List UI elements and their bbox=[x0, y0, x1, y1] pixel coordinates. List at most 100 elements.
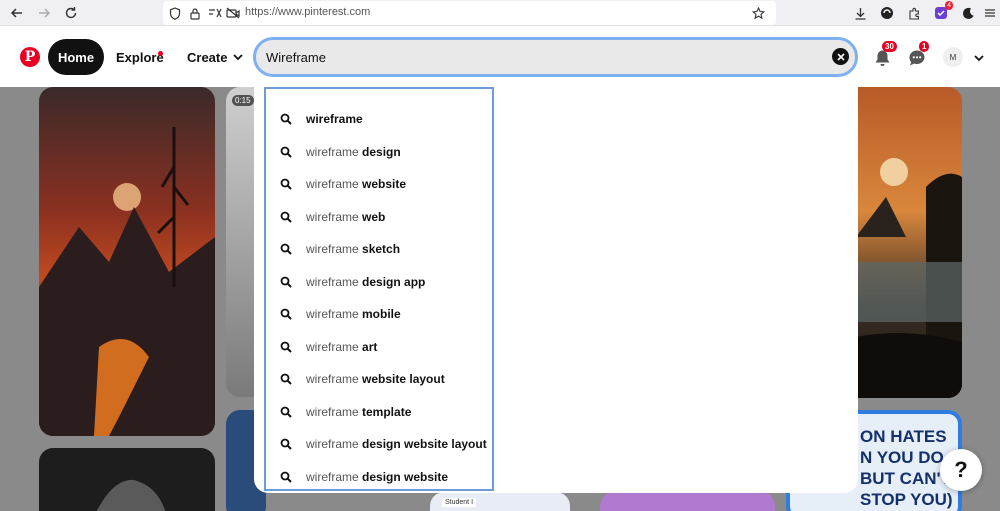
pin-quote-line-4: STOP YOU) bbox=[860, 490, 953, 509]
pinterest-header: P Home Explore Create 30 1 M bbox=[0, 27, 1000, 87]
suggestion-item[interactable]: wireframe bbox=[266, 103, 492, 135]
browser-menu-icon[interactable] bbox=[981, 4, 999, 22]
lock-icon[interactable] bbox=[187, 5, 203, 21]
forward-button[interactable] bbox=[34, 3, 54, 23]
dark-mode-moon-icon[interactable] bbox=[959, 4, 977, 22]
search-input[interactable] bbox=[266, 40, 826, 74]
extensions-puzzle-icon[interactable] bbox=[905, 4, 923, 22]
suggestion-prefix: wireframe bbox=[306, 372, 363, 386]
extension-purple-icon[interactable]: 4 bbox=[932, 1, 953, 22]
help-button[interactable]: ? bbox=[940, 449, 982, 491]
pin-purple-illustration[interactable] bbox=[600, 492, 775, 511]
suggestion-item[interactable]: wireframe art bbox=[266, 331, 492, 363]
browser-toolbar: https://www.pinterest.com 4 bbox=[0, 0, 1000, 26]
suggestion-prefix: wireframe bbox=[306, 242, 363, 256]
suggestion-suffix: template bbox=[362, 404, 412, 419]
search-icon bbox=[280, 308, 292, 320]
back-arrow-icon bbox=[10, 8, 22, 18]
suggestion-text: wireframe sketch bbox=[306, 242, 400, 256]
create-label: Create bbox=[187, 49, 228, 65]
suggestion-suffix: art bbox=[362, 339, 378, 354]
suggestion-item[interactable]: wireframe mobile bbox=[266, 298, 492, 330]
suggestion-item[interactable]: wireframe website layout bbox=[266, 363, 492, 395]
pin-image bbox=[39, 127, 215, 436]
explore-link[interactable]: Explore bbox=[116, 39, 164, 75]
suggestion-text: wireframe website layout bbox=[306, 372, 445, 386]
suggestion-text: wireframe web bbox=[306, 210, 385, 224]
search-icon bbox=[280, 211, 292, 223]
pin-quote-line-1: ON HATES bbox=[860, 427, 947, 446]
create-menu[interactable]: Create bbox=[187, 39, 244, 75]
suggestion-item[interactable]: wireframe design app bbox=[266, 266, 492, 298]
suggestion-prefix: wireframe bbox=[306, 339, 363, 354]
search-box[interactable] bbox=[253, 37, 858, 77]
suggestion-item[interactable]: wireframe design website bbox=[266, 461, 492, 493]
download-icon[interactable] bbox=[851, 4, 869, 22]
search-icon bbox=[280, 243, 292, 255]
suggestion-list: wireframe wireframe design wireframe websi… bbox=[264, 87, 494, 491]
suggestion-text: wireframe design bbox=[306, 145, 401, 159]
suggestion-item[interactable]: wireframe sketch bbox=[266, 233, 492, 265]
explore-notification-dot bbox=[158, 51, 163, 56]
suggestion-item[interactable]: wireframe website bbox=[266, 168, 492, 200]
pinterest-logo[interactable]: P bbox=[20, 47, 40, 67]
pin-quote-line-2: N YOU DO bbox=[860, 448, 944, 467]
address-bar[interactable]: https://www.pinterest.com bbox=[163, 1, 776, 25]
suggestion-prefix: wireframe bbox=[306, 209, 363, 224]
pin-landscape-sunset[interactable] bbox=[39, 87, 215, 436]
suggestion-suffix: web bbox=[362, 209, 386, 224]
search-icon bbox=[280, 276, 292, 288]
permissions-icon[interactable] bbox=[207, 5, 223, 21]
home-button[interactable]: Home bbox=[48, 39, 104, 75]
notifications-button[interactable]: 30 bbox=[871, 41, 897, 69]
suggestion-text: wireframe design website bbox=[306, 470, 448, 484]
clear-search-button[interactable] bbox=[832, 48, 849, 65]
suggestion-suffix: design website layout bbox=[362, 437, 487, 451]
extension-swirl-icon[interactable] bbox=[878, 4, 896, 22]
suggestion-suffix: website bbox=[362, 177, 407, 191]
search-icon bbox=[280, 471, 292, 483]
shield-icon[interactable] bbox=[167, 5, 183, 21]
suggestion-item[interactable]: wireframe template bbox=[266, 396, 492, 428]
pin-quote-line-3: BUT CAN'T bbox=[860, 469, 951, 488]
notifications-count-badge: 30 bbox=[882, 41, 897, 52]
pin-image bbox=[96, 479, 166, 511]
reload-button[interactable] bbox=[61, 3, 81, 23]
suggestion-prefix: wireframe bbox=[306, 469, 363, 484]
suggestion-suffix: design bbox=[362, 144, 401, 159]
reload-icon bbox=[65, 7, 77, 19]
suggestion-suffix: mobile bbox=[362, 307, 401, 321]
close-icon bbox=[836, 52, 845, 61]
suggestion-prefix: wireframe bbox=[306, 307, 363, 321]
search-icon bbox=[280, 373, 292, 385]
search-suggestions-dropdown: wireframe wireframe design wireframe websi… bbox=[254, 87, 858, 493]
suggestion-text: wireframe website bbox=[306, 177, 406, 191]
suggestion-prefix: wireframe bbox=[306, 144, 363, 159]
profile-avatar[interactable]: M bbox=[943, 47, 963, 67]
suggestion-suffix: design website bbox=[362, 469, 449, 484]
search-icon bbox=[280, 406, 292, 418]
bookmark-star-icon[interactable] bbox=[750, 5, 766, 21]
suggestion-item[interactable]: wireframe web bbox=[266, 201, 492, 233]
account-menu-button[interactable] bbox=[968, 47, 990, 69]
suggestion-prefix: wireframe bbox=[306, 404, 363, 419]
suggestion-text: wireframe template bbox=[306, 405, 411, 419]
back-button[interactable] bbox=[7, 3, 27, 23]
suggestion-prefix: wireframe bbox=[306, 274, 363, 289]
url-text[interactable]: https://www.pinterest.com bbox=[245, 6, 370, 18]
pin-dark-rock[interactable] bbox=[39, 448, 215, 511]
suggestion-suffix: wireframe bbox=[306, 112, 363, 126]
search-icon bbox=[280, 146, 292, 158]
suggestion-text: wireframe mobile bbox=[306, 307, 401, 321]
explore-label: Explore bbox=[116, 49, 164, 65]
search-icon bbox=[280, 438, 292, 450]
pin-student[interactable]: Student I bbox=[430, 492, 570, 511]
video-duration: 0:15 bbox=[232, 95, 254, 106]
camera-blocked-icon[interactable] bbox=[225, 5, 241, 21]
suggestion-suffix: sketch bbox=[362, 242, 401, 256]
suggestion-text: wireframe art bbox=[306, 340, 377, 354]
suggestion-item[interactable]: wireframe design bbox=[266, 136, 492, 168]
suggestion-suffix: design app bbox=[362, 274, 426, 289]
suggestion-item[interactable]: wireframe design website layout bbox=[266, 428, 492, 460]
messages-button[interactable]: 1 bbox=[906, 41, 930, 69]
